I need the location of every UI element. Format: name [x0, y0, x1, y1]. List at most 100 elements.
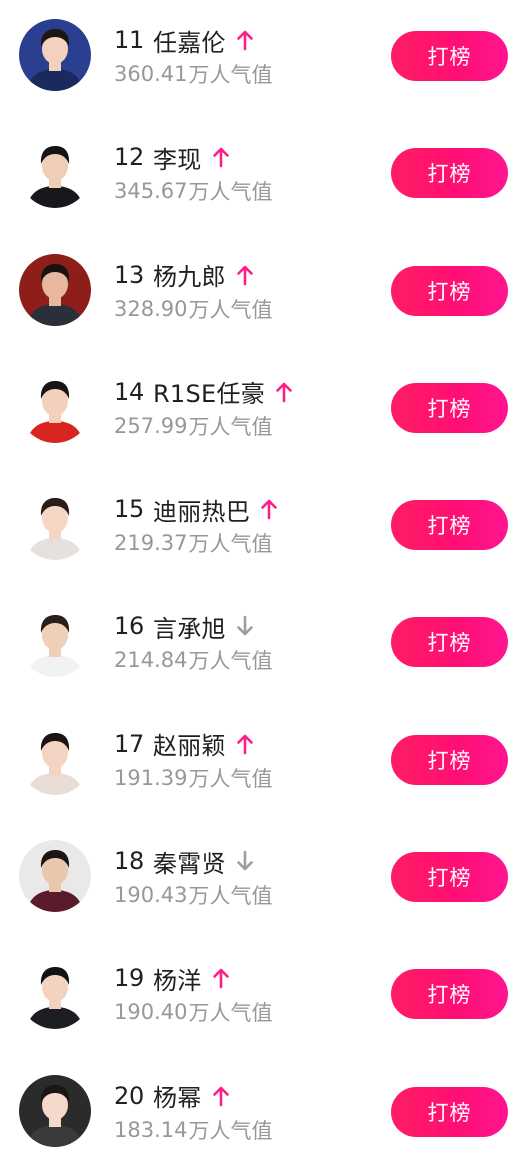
ranking-row-16[interactable]: 16 言承旭 214.84 万人气值 打榜 — [0, 586, 529, 703]
popularity-score: 191.39 万人气值 — [114, 764, 272, 792]
rank-number: 16 — [114, 612, 144, 641]
score-value: 360.41 — [114, 62, 188, 86]
avatar[interactable] — [19, 370, 91, 443]
score-value: 328.90 — [114, 296, 188, 321]
score-unit: 万人气值 — [188, 180, 273, 205]
trend-up-arrow-icon — [212, 1085, 230, 1107]
popularity-score: 360.41 万人气值 — [114, 60, 272, 88]
vote-button[interactable]: 打榜 — [391, 852, 508, 903]
score-unit: 万人气值 — [188, 532, 273, 557]
avatar-portrait — [19, 136, 91, 209]
rank-number: 13 — [114, 260, 144, 289]
trend-up-arrow-icon — [236, 264, 254, 286]
name-line: 20 杨幂 — [114, 1080, 230, 1112]
score-unit: 万人气值 — [188, 414, 273, 439]
avatar[interactable] — [19, 957, 91, 1030]
rank-number: 15 — [114, 495, 144, 524]
star-name[interactable]: 赵丽颖 — [153, 726, 226, 761]
name-line: 16 言承旭 — [114, 609, 254, 644]
avatar-portrait — [19, 488, 91, 561]
vote-button[interactable]: 打榜 — [391, 500, 508, 551]
score-unit: 万人气值 — [188, 297, 273, 322]
avatar-portrait — [19, 370, 91, 443]
vote-button[interactable]: 打榜 — [391, 265, 508, 316]
star-name[interactable]: 秦霄贤 — [153, 844, 226, 879]
star-name[interactable]: R1SE任豪 — [153, 374, 265, 409]
avatar-portrait — [19, 957, 91, 1030]
rank-number: 12 — [114, 143, 144, 172]
name-line: 14 R1SE任豪 — [114, 376, 293, 408]
trend-up-arrow-icon — [236, 29, 254, 51]
score-value: 257.99 — [114, 413, 188, 438]
star-name[interactable]: 李现 — [153, 140, 202, 175]
popularity-score: 183.14 万人气值 — [114, 1116, 272, 1144]
vote-button[interactable]: 打榜 — [391, 969, 508, 1020]
rank-number: 20 — [114, 1081, 144, 1110]
star-name[interactable]: 杨九郎 — [153, 257, 226, 292]
ranking-row-20[interactable]: 20 杨幂 183.14 万人气值 打榜 — [0, 1056, 529, 1173]
rank-number: 17 — [114, 729, 144, 758]
ranking-row-18[interactable]: 18 秦霄贤 190.43 万人气值 打榜 — [0, 821, 529, 938]
popularity-score: 190.43 万人气值 — [114, 881, 272, 909]
popularity-score: 345.67 万人气值 — [114, 177, 272, 205]
trend-up-arrow-icon — [212, 146, 230, 168]
star-name[interactable]: 杨幂 — [153, 1078, 202, 1113]
vote-button[interactable]: 打榜 — [391, 148, 508, 199]
avatar[interactable] — [19, 19, 91, 91]
avatar-portrait — [19, 605, 91, 678]
ranking-row-14[interactable]: 14 R1SE任豪 257.99 万人气值 打榜 — [0, 352, 529, 469]
avatar-portrait — [19, 840, 91, 913]
vote-button[interactable]: 打榜 — [391, 1086, 508, 1137]
name-line: 12 李现 — [114, 140, 230, 175]
avatar[interactable] — [19, 136, 91, 209]
score-unit: 万人气值 — [188, 1001, 273, 1026]
avatar[interactable] — [19, 722, 91, 795]
ranking-row-19[interactable]: 19 杨洋 190.40 万人气值 打榜 — [0, 938, 529, 1055]
score-value: 219.37 — [114, 531, 188, 556]
star-name[interactable]: 杨洋 — [153, 961, 202, 996]
star-name[interactable]: 迪丽热巴 — [153, 492, 250, 527]
popularity-score: 219.37 万人气值 — [114, 529, 272, 557]
popularity-score: 257.99 万人气值 — [114, 412, 272, 440]
avatar[interactable] — [19, 605, 91, 678]
ranking-row-11[interactable]: 11 任嘉伦 360.41 万人气值 打榜 — [0, 0, 529, 117]
score-unit: 万人气值 — [188, 884, 273, 909]
avatar-portrait — [19, 19, 91, 91]
avatar[interactable] — [19, 253, 91, 326]
vote-button[interactable]: 打榜 — [391, 734, 508, 785]
name-line: 18 秦霄贤 — [114, 844, 254, 879]
avatar-portrait — [19, 1074, 91, 1147]
score-value: 214.84 — [114, 648, 188, 673]
name-line: 13 杨九郎 — [114, 259, 254, 291]
ranking-row-15[interactable]: 15 迪丽热巴 219.37 万人气值 打榜 — [0, 469, 529, 586]
name-line: 15 迪丽热巴 — [114, 492, 278, 527]
avatar[interactable] — [19, 488, 91, 561]
score-value: 190.43 — [114, 883, 188, 908]
score-unit: 万人气值 — [188, 649, 273, 674]
vote-button[interactable]: 打榜 — [391, 31, 508, 81]
trend-up-arrow-icon — [236, 733, 254, 755]
popularity-score: 190.40 万人气值 — [114, 998, 272, 1026]
ranking-list: 11 任嘉伦 360.41 万人气值 打榜 12 李现 345.67 万人气值 … — [0, 0, 529, 1173]
vote-button[interactable]: 打榜 — [391, 382, 508, 433]
vote-button[interactable]: 打榜 — [391, 617, 508, 668]
star-name[interactable]: 言承旭 — [153, 609, 226, 644]
rank-number: 11 — [114, 26, 144, 54]
trend-up-arrow-icon — [275, 381, 293, 403]
avatar-portrait — [19, 253, 91, 326]
trend-up-arrow-icon — [212, 967, 230, 989]
name-line: 19 杨洋 — [114, 961, 230, 996]
trend-down-arrow-icon — [236, 615, 254, 637]
ranking-row-13[interactable]: 13 杨九郎 328.90 万人气值 打榜 — [0, 235, 529, 352]
trend-down-arrow-icon — [236, 850, 254, 872]
avatar-portrait — [19, 722, 91, 795]
score-value: 183.14 — [114, 1117, 188, 1142]
score-value: 191.39 — [114, 765, 188, 790]
popularity-score: 214.84 万人气值 — [114, 646, 272, 674]
avatar[interactable] — [19, 840, 91, 913]
rank-number: 14 — [114, 377, 144, 406]
avatar[interactable] — [19, 1074, 91, 1147]
star-name[interactable]: 任嘉伦 — [153, 23, 226, 58]
ranking-row-12[interactable]: 12 李现 345.67 万人气值 打榜 — [0, 117, 529, 234]
ranking-row-17[interactable]: 17 赵丽颖 191.39 万人气值 打榜 — [0, 704, 529, 821]
